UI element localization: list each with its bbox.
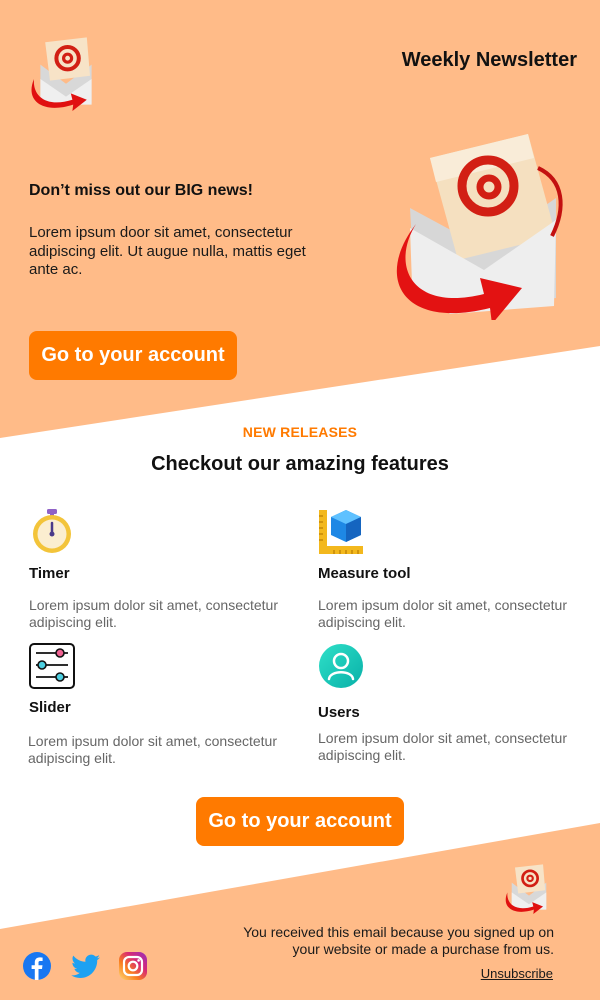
- newsletter-title: Weekly Newsletter: [401, 49, 577, 71]
- feature-title-slider: Slider: [29, 699, 71, 716]
- email-illustration-icon: [396, 134, 563, 320]
- twitter-icon[interactable]: [71, 951, 101, 981]
- hero-heading: Don’t miss out our BIG news!: [29, 182, 254, 199]
- hero-body-text: Lorem ipsum door sit amet, consectetur a…: [29, 224, 306, 278]
- measure-ruler-icon: [319, 510, 363, 554]
- feature-title-timer: Timer: [29, 565, 70, 582]
- facebook-icon[interactable]: [22, 951, 52, 981]
- feature-desc-slider: Lorem ipsum dolor sit amet, consectetur …: [28, 733, 277, 766]
- feature-desc-measure: Lorem ipsum dolor sit amet, consectetur …: [318, 597, 567, 630]
- feature-title-users: Users: [318, 704, 360, 721]
- stopwatch-icon: [33, 509, 71, 553]
- unsubscribe-link[interactable]: Unsubscribe: [481, 966, 553, 981]
- section-title: Checkout our amazing features: [151, 453, 449, 475]
- feature-desc-users: Lorem ipsum dolor sit amet, consectetur …: [318, 730, 567, 763]
- features-account-button[interactable]: Go to your account: [196, 797, 404, 846]
- feature-desc-timer: Lorem ipsum dolor sit amet, consectetur …: [29, 597, 278, 630]
- section-eyebrow: NEW RELEASES: [242, 424, 358, 440]
- footer-disclaimer: You received this email because you sign…: [243, 924, 554, 957]
- email-footer-logo-icon: [505, 864, 547, 914]
- email-logo-icon: [31, 37, 92, 111]
- instagram-icon[interactable]: [118, 951, 148, 981]
- sliders-icon: [29, 643, 75, 689]
- feature-title-measure: Measure tool: [318, 565, 411, 582]
- user-icon: [319, 644, 363, 688]
- hero-account-button[interactable]: Go to your account: [29, 331, 237, 380]
